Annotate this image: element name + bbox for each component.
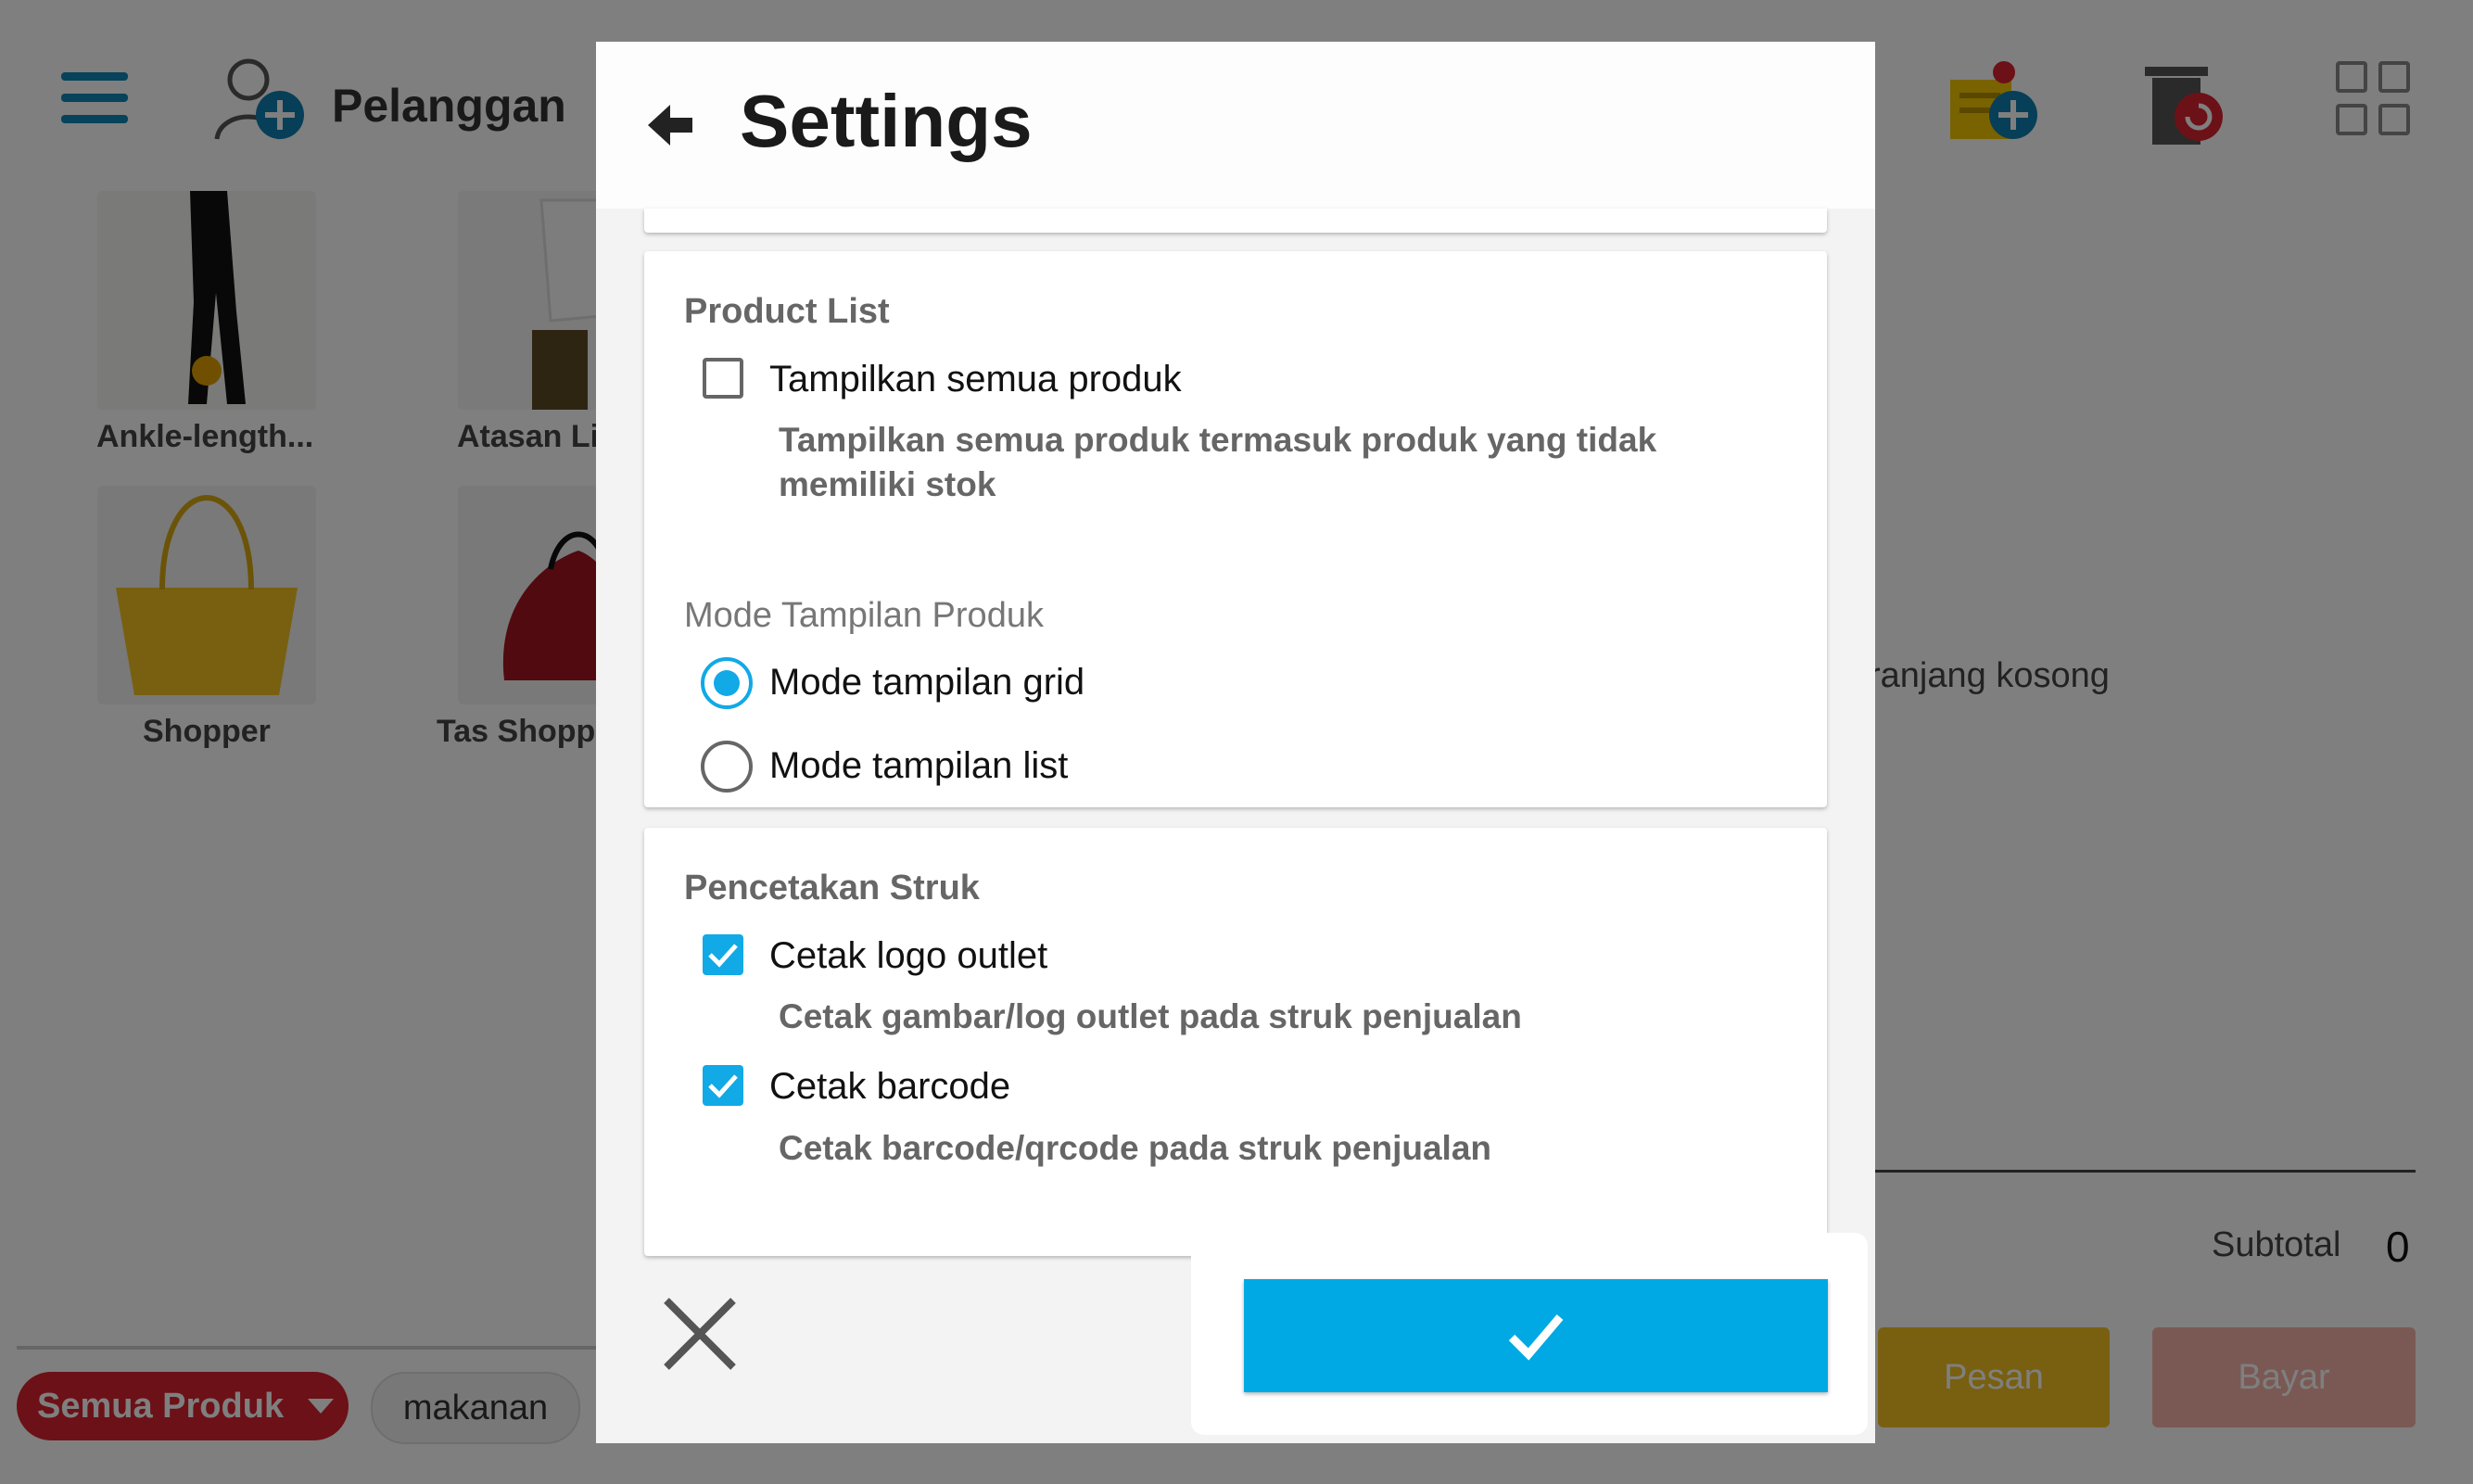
print-barcode-label[interactable]: Cetak barcode	[769, 1066, 1010, 1108]
list-mode-radio[interactable]	[701, 741, 753, 793]
display-mode-title: Mode Tampilan Produk	[684, 596, 1044, 635]
check-icon	[1508, 1314, 1564, 1361]
list-mode-label[interactable]: Mode tampilan list	[769, 745, 1068, 787]
grid-mode-label[interactable]: Mode tampilan grid	[769, 662, 1084, 704]
show-all-products-description: Tampilkan semua produk termasuk produk y…	[779, 421, 1657, 503]
section-title: Product List	[684, 292, 890, 331]
print-barcode-checkbox[interactable]	[703, 1065, 743, 1106]
print-barcode-description: Cetak barcode/qrcode pada struk penjuala…	[779, 1129, 1491, 1167]
check-icon	[708, 1074, 738, 1098]
dialog-title: Settings	[740, 80, 1033, 162]
product-list-card: Product List Tampilkan semua produk Tamp…	[644, 251, 1827, 807]
confirm-button[interactable]	[1244, 1279, 1828, 1392]
dialog-header: Settings	[596, 42, 1875, 209]
show-all-products-label[interactable]: Tampilkan semua produk	[769, 359, 1182, 400]
print-logo-label[interactable]: Cetak logo outlet	[769, 935, 1047, 977]
grid-mode-radio[interactable]	[701, 657, 753, 709]
print-logo-checkbox[interactable]	[703, 934, 743, 975]
print-logo-description: Cetak gambar/log outlet pada struk penju…	[779, 997, 1522, 1035]
receipt-printing-card: Pencetakan Struk Cetak logo outlet Cetak…	[644, 828, 1827, 1256]
check-icon	[708, 944, 738, 968]
back-arrow-icon[interactable]	[644, 99, 696, 151]
section-title: Pencetakan Struk	[684, 869, 980, 907]
settings-card-previous	[644, 209, 1827, 233]
close-icon[interactable]	[661, 1295, 739, 1373]
show-all-products-checkbox[interactable]	[703, 358, 743, 399]
